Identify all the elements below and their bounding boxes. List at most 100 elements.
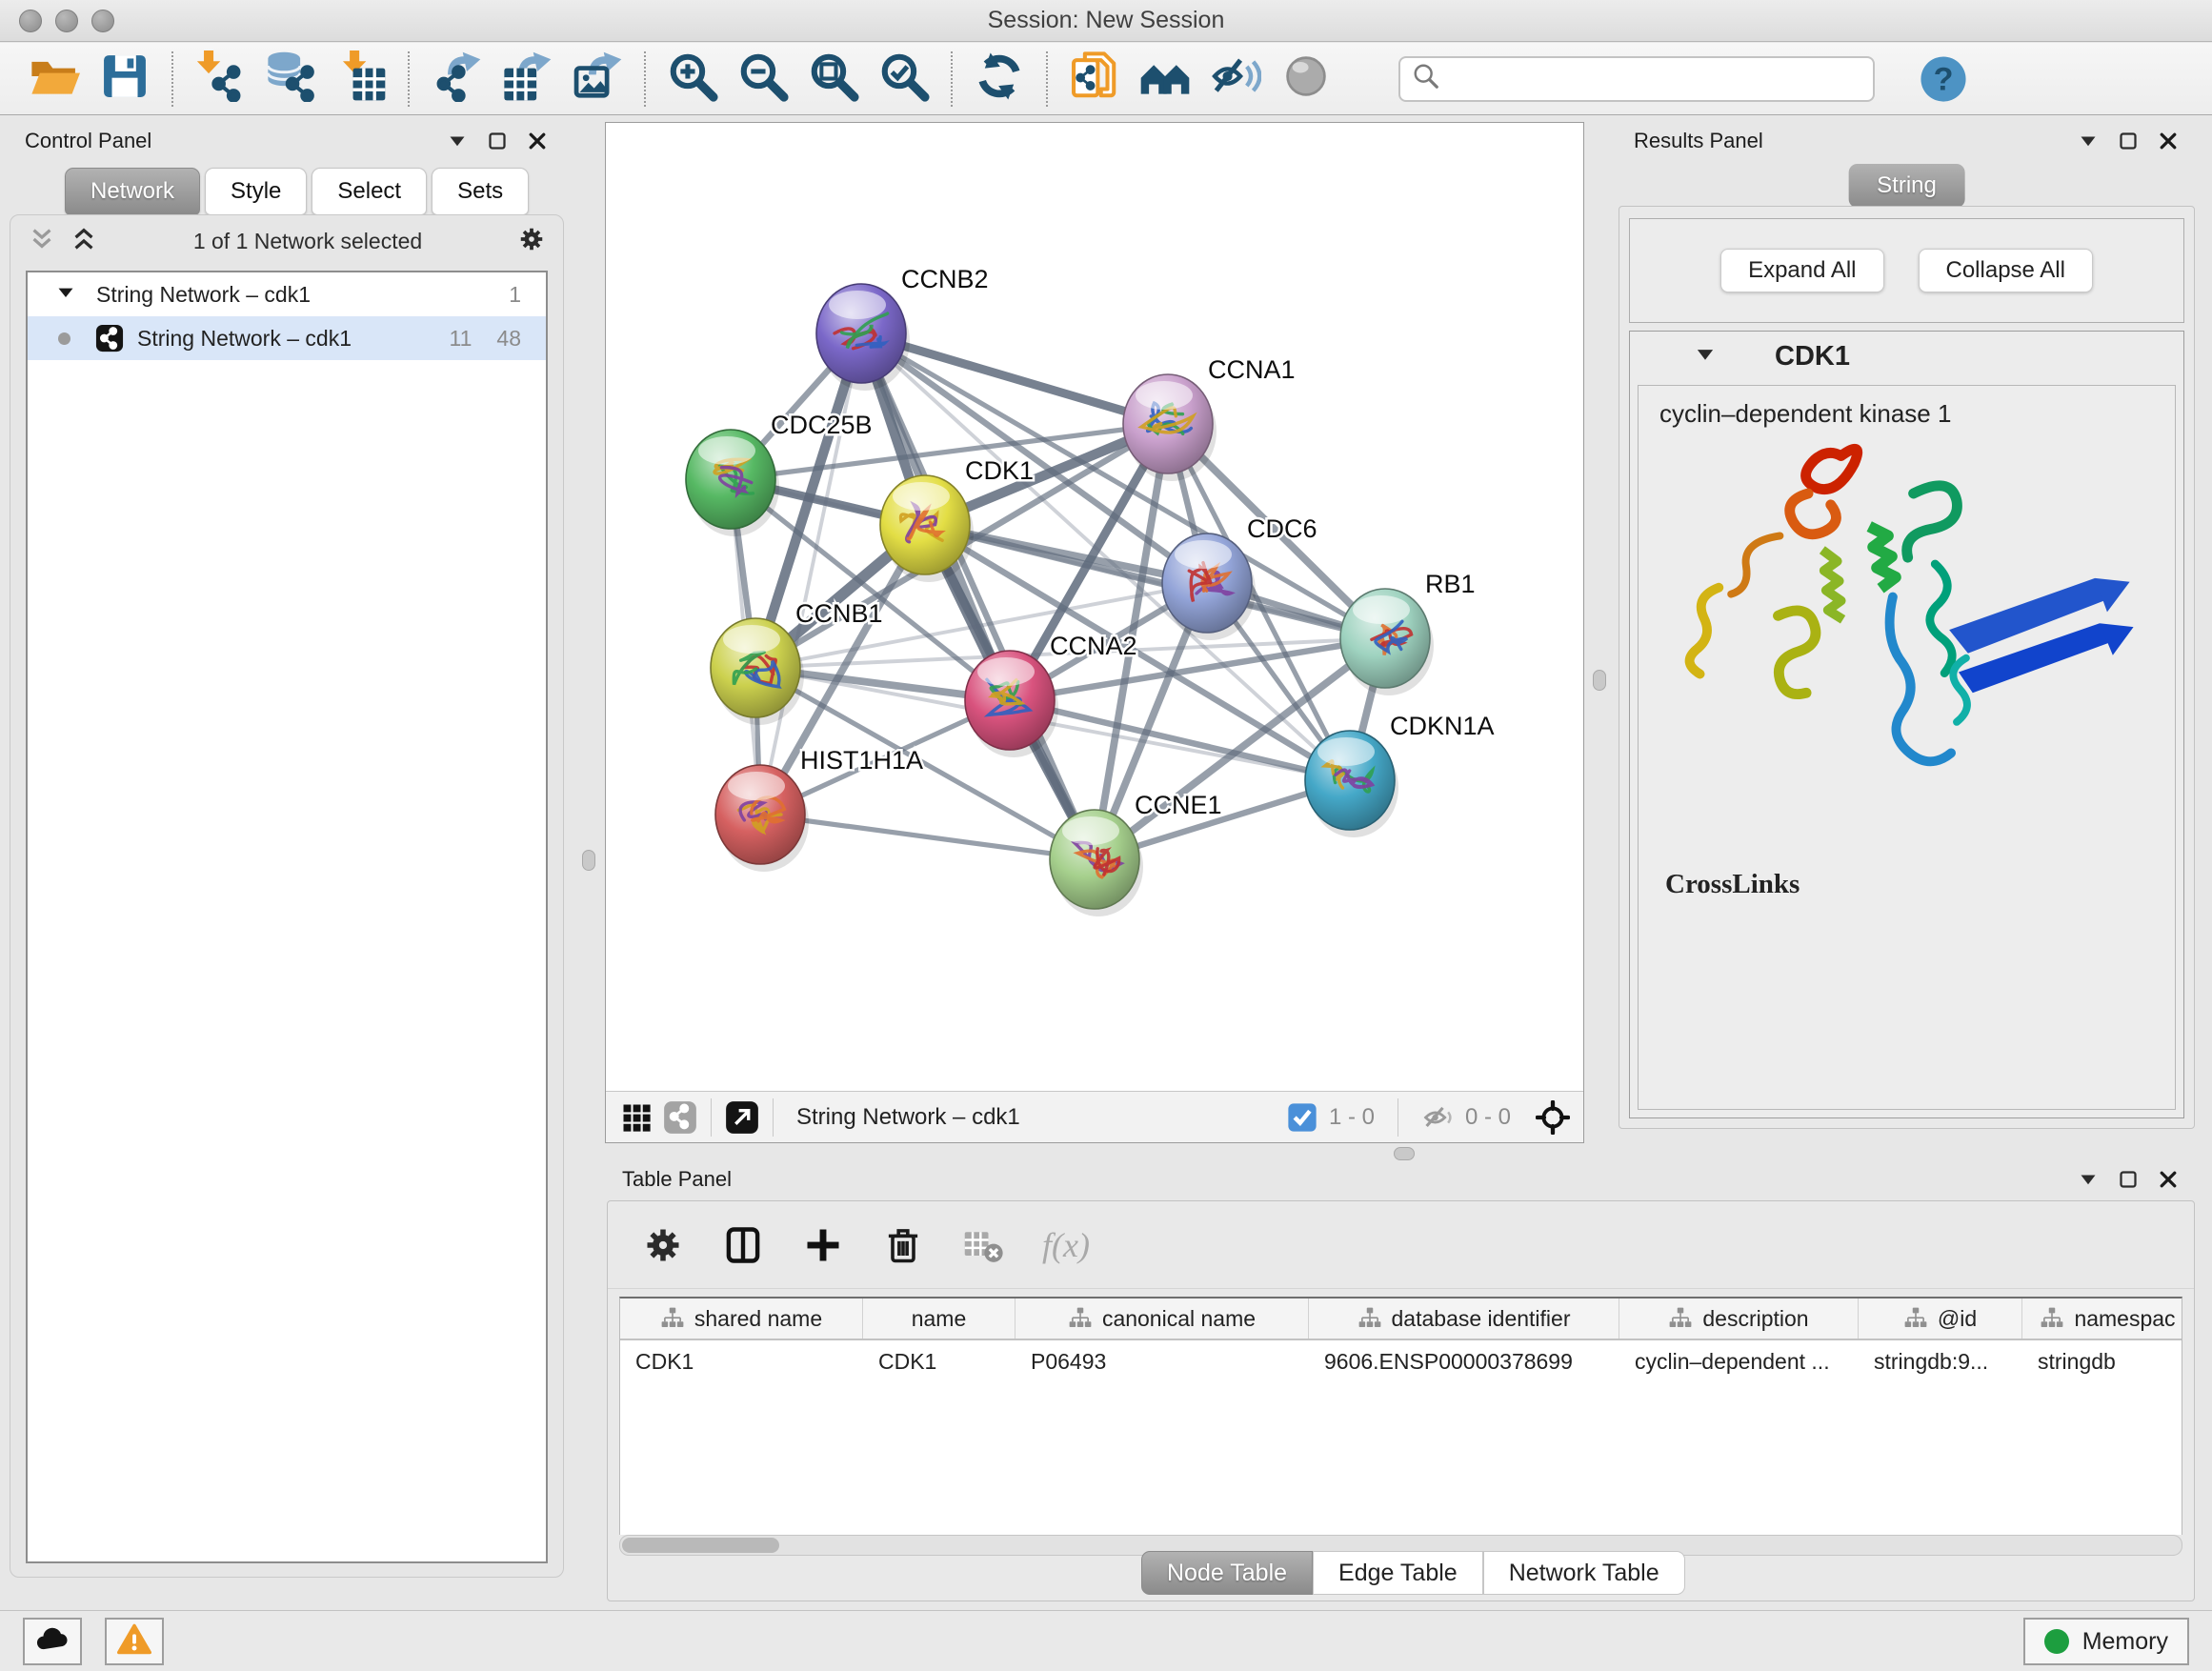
network-tree-row[interactable]: String Network – cdk1 1 (28, 272, 546, 316)
table-cell[interactable]: 9606.ENSP00000378699 (1309, 1340, 1619, 1382)
tab-edge-table[interactable]: Edge Table (1313, 1551, 1483, 1595)
network-edge[interactable] (760, 333, 861, 815)
expand-all-chevron-icon[interactable] (70, 225, 98, 258)
tab-style[interactable]: Style (205, 168, 307, 215)
panel-menu-icon[interactable] (2077, 130, 2100, 152)
panel-float-icon[interactable] (2117, 1168, 2140, 1191)
column-header-database-identifier[interactable]: database identifier (1309, 1299, 1619, 1339)
column-header-name[interactable]: name (863, 1299, 1016, 1339)
tab-select[interactable]: Select (312, 168, 427, 215)
grid-view-icon[interactable] (619, 1100, 654, 1135)
table-cell[interactable]: cyclin–dependent ... (1619, 1340, 1859, 1382)
left-splitter-handle[interactable] (582, 850, 595, 871)
network-selection-status: 1 of 1 Network selected (98, 229, 517, 254)
titlebar: Session: New Session (0, 0, 2212, 42)
network-node-CDKN1A[interactable]: CDKN1A (1305, 712, 1495, 837)
right-splitter-handle[interactable] (1593, 670, 1606, 691)
zoom-selected-button[interactable] (869, 50, 939, 109)
tab-node-table[interactable]: Node Table (1141, 1551, 1313, 1595)
network-tree: String Network – cdk1 1 String Network –… (26, 271, 548, 1563)
table-cell[interactable]: CDK1 (620, 1340, 863, 1382)
import-network-database-button[interactable] (255, 50, 326, 109)
network-edge[interactable] (760, 815, 1095, 859)
memory-button[interactable]: Memory (2023, 1618, 2189, 1665)
column-header-shared-name[interactable]: shared name (620, 1299, 863, 1339)
inactive-sphere-icon (1280, 50, 1332, 107)
open-in-browser-button[interactable] (1059, 50, 1130, 109)
collapse-all-chevron-icon[interactable] (28, 225, 56, 258)
network-node-RB1[interactable]: RB1 (1340, 570, 1476, 695)
column-header-namespac[interactable]: namespac (2022, 1299, 2182, 1339)
column-header--id[interactable]: @id (1859, 1299, 2022, 1339)
network-options-gear-icon[interactable] (517, 225, 546, 258)
table-cell[interactable]: P06493 (1016, 1340, 1309, 1382)
column-header-label: database identifier (1392, 1306, 1571, 1332)
tab-string[interactable]: String (1848, 164, 1965, 208)
import-table-file-button[interactable] (326, 50, 396, 109)
zoom-out-button[interactable] (728, 50, 798, 109)
panel-menu-icon[interactable] (446, 130, 469, 152)
search-box[interactable] (1398, 56, 1875, 102)
tree-collapse-triangle-icon[interactable] (56, 282, 75, 308)
table-cell[interactable]: CDK1 (863, 1340, 1016, 1382)
table-cell[interactable]: stringdb (2022, 1340, 2182, 1382)
help-button[interactable]: ? (1919, 54, 1968, 104)
network-edge[interactable] (861, 333, 1095, 859)
gene-description: cyclin–dependent kinase 1 (1639, 386, 2175, 434)
column-header-canonical-name[interactable]: canonical name (1016, 1299, 1309, 1339)
refresh-view-button[interactable] (964, 50, 1035, 109)
tab-network-table[interactable]: Network Table (1483, 1551, 1685, 1595)
collection-count: 1 (509, 282, 521, 308)
tab-sets[interactable]: Sets (432, 168, 529, 215)
show-columns-icon[interactable] (722, 1224, 764, 1266)
gene-collapse-triangle-icon[interactable] (1693, 342, 1718, 372)
panel-float-icon[interactable] (2117, 130, 2140, 152)
cloud-button[interactable] (23, 1618, 82, 1665)
birdseye-crosshair-icon[interactable] (1536, 1100, 1570, 1135)
column-header-description[interactable]: description (1619, 1299, 1859, 1339)
network-tree-row[interactable]: String Network – cdk1 11 48 (28, 316, 546, 360)
network-node-HIST1H1A[interactable]: HIST1H1A (715, 746, 923, 872)
bottom-splitter-handle[interactable] (1394, 1147, 1415, 1160)
tab-network[interactable]: Network (65, 168, 200, 215)
network-canvas[interactable]: CCNB2 CCNA1 CDC25B CDK1 CDC6 RB1 CCNB1 (606, 123, 1583, 1091)
zoom-fit-button[interactable] (798, 50, 869, 109)
table-cell[interactable]: stringdb:9... (1859, 1340, 2022, 1382)
selected-checkbox-icon[interactable] (1285, 1100, 1319, 1135)
export-network-button[interactable] (421, 50, 492, 109)
column-type-icon (2040, 1306, 2064, 1331)
network-share-icon[interactable] (663, 1100, 697, 1135)
refresh-view-icon (974, 50, 1025, 107)
expand-all-button[interactable]: Expand All (1720, 249, 1883, 292)
zoom-in-button[interactable] (657, 50, 728, 109)
scrollbar-thumb[interactable] (622, 1538, 779, 1553)
table-row[interactable]: CDK1CDK1P064939606.ENSP00000378699cyclin… (620, 1340, 2182, 1382)
save-session-button[interactable] (90, 50, 160, 109)
node-label: HIST1H1A (800, 746, 923, 775)
panel-close-icon[interactable] (2157, 130, 2180, 152)
export-table-icon (501, 50, 553, 107)
open-external-icon[interactable] (725, 1100, 759, 1135)
export-image-button[interactable] (562, 50, 633, 109)
panel-float-icon[interactable] (486, 130, 509, 152)
string-homes-button[interactable] (1130, 50, 1200, 109)
main-toolbar: ? (0, 43, 2212, 115)
export-table-button[interactable] (492, 50, 562, 109)
warnings-button[interactable] (105, 1618, 164, 1665)
delete-column-trash-icon[interactable] (882, 1224, 924, 1266)
column-type-icon (1068, 1306, 1093, 1331)
add-column-icon[interactable] (802, 1224, 844, 1266)
collapse-all-button[interactable]: Collapse All (1919, 249, 2093, 292)
panel-close-icon[interactable] (2157, 1168, 2180, 1191)
inactive-sphere-button[interactable] (1271, 50, 1341, 109)
open-session-button[interactable] (19, 50, 90, 109)
panel-menu-icon[interactable] (2077, 1168, 2100, 1191)
table-settings-gear-icon[interactable] (642, 1224, 684, 1266)
search-input[interactable] (1448, 66, 1861, 92)
hide-waves-button[interactable] (1200, 50, 1271, 109)
network-node-CDC6[interactable]: CDC6 (1162, 514, 1317, 640)
hidden-eye-slash-icon[interactable] (1421, 1100, 1456, 1135)
network-collection-label: String Network – cdk1 (96, 282, 509, 308)
import-network-file-button[interactable] (185, 50, 255, 109)
panel-close-icon[interactable] (526, 130, 549, 152)
